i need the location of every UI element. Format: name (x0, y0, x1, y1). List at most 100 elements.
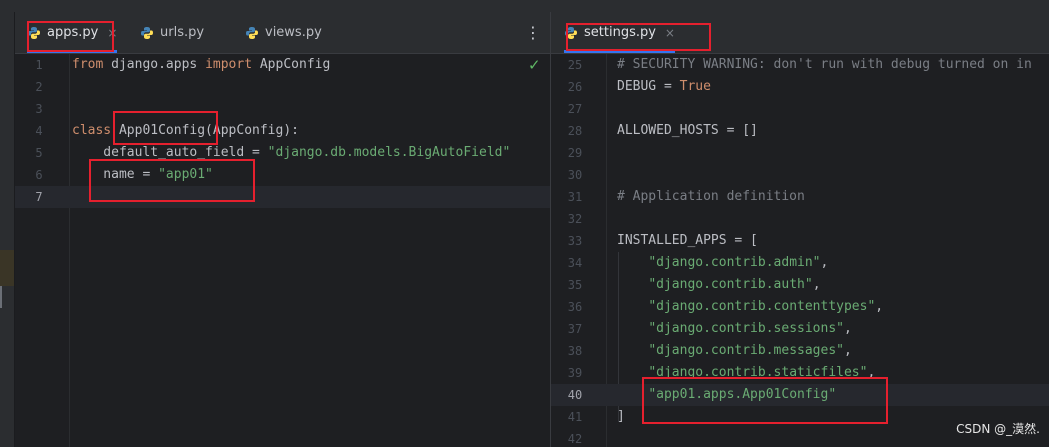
code-token: # Application definition (617, 189, 805, 204)
code-line[interactable]: 37 "django.contrib.sessions", (551, 318, 1049, 340)
code-token: "django.contrib.auth" (648, 277, 813, 292)
code-line[interactable]: 26 DEBUG = True (551, 76, 1049, 98)
line-number: 32 (567, 212, 583, 226)
line-number: 34 (567, 256, 583, 270)
line-number: 6 (35, 168, 43, 182)
code-token: "django.contrib.contenttypes" (648, 299, 876, 314)
code-line[interactable]: 31 # Application definition (551, 186, 1049, 208)
line-number: 33 (567, 234, 583, 248)
code-line[interactable]: 28 ALLOWED_HOSTS = [] (551, 120, 1049, 142)
code-token: "django.db.models.BigAutoField" (267, 145, 511, 160)
tab-views-py[interactable]: views.py (245, 12, 322, 53)
line-number: 5 (35, 146, 43, 160)
code-token: "django.contrib.messages" (648, 343, 844, 358)
code-text: "django.contrib.auth", (617, 274, 821, 296)
line-number: 42 (567, 432, 583, 446)
more-options-icon[interactable]: ⋮ (525, 12, 541, 53)
line-number: 36 (567, 300, 583, 314)
checkmark-icon: ✓ (528, 56, 541, 74)
code-line[interactable]: 4 class App01Config(AppConfig): (15, 120, 550, 142)
line-number: 38 (567, 344, 583, 358)
tab-urls-py[interactable]: urls.py (140, 12, 204, 53)
code-line[interactable]: 27 (551, 98, 1049, 120)
tab-label: views.py (265, 25, 322, 40)
line-number: 28 (567, 124, 583, 138)
code-line[interactable]: 1 from django.apps import AppConfig (15, 54, 550, 76)
code-token: # SECURITY WARNING: don't run with debug… (617, 57, 1032, 72)
line-number: 25 (567, 58, 583, 72)
code-line[interactable]: 34 "django.contrib.admin", (551, 252, 1049, 274)
highlight-box (27, 21, 114, 52)
code-token: class (72, 123, 119, 138)
python-file-icon (141, 26, 153, 39)
code-token: , (843, 343, 852, 358)
line-number: 39 (567, 366, 583, 380)
code-token: INSTALLED_APPS = [ (617, 233, 758, 248)
line-number: 35 (567, 278, 583, 292)
code-token: ] (617, 409, 625, 424)
code-line[interactable]: 35 "django.contrib.auth", (551, 274, 1049, 296)
line-number: 1 (35, 58, 43, 72)
code-text: ALLOWED_HOSTS = [] (617, 120, 758, 142)
code-editor-left[interactable]: 1 from django.apps import AppConfig 2 3 4 cla… (15, 54, 550, 447)
highlight-box (89, 159, 255, 202)
code-token: , (843, 321, 852, 336)
code-line[interactable]: 38 "django.contrib.messages", (551, 340, 1049, 362)
code-token: "django.contrib.admin" (648, 255, 821, 270)
code-line[interactable]: 3 (15, 98, 550, 120)
scroll-thumb[interactable] (0, 286, 2, 308)
code-token: ALLOWED_HOSTS = [] (617, 123, 758, 138)
watermark: CSDN @_漠然. (956, 422, 1040, 436)
code-text: INSTALLED_APPS = [ (617, 230, 758, 252)
tab-label: urls.py (160, 25, 205, 40)
code-token: True (679, 79, 711, 94)
code-text: from django.apps import AppConfig (72, 54, 330, 76)
line-number: 40 (567, 388, 583, 402)
line-number: 7 (35, 190, 43, 204)
line-number: 2 (35, 80, 43, 94)
highlight-box (113, 111, 218, 145)
python-file-icon (246, 26, 258, 39)
line-number: 3 (35, 102, 43, 116)
line-number: 37 (567, 322, 583, 336)
code-text: # SECURITY WARNING: don't run with debug… (617, 54, 1032, 76)
code-text: # Application definition (617, 186, 805, 208)
code-line[interactable]: 33 INSTALLED_APPS = [ (551, 230, 1049, 252)
code-line[interactable]: 30 (551, 164, 1049, 186)
scroll-marker (0, 250, 14, 286)
code-token: , (875, 299, 884, 314)
code-token: django.apps (111, 57, 206, 72)
code-text: ] (617, 406, 625, 428)
code-line[interactable]: 25 # SECURITY WARNING: don't run with deb… (551, 54, 1049, 76)
code-line[interactable]: 32 (551, 208, 1049, 230)
code-token: from (72, 57, 112, 72)
code-text: "django.contrib.contenttypes", (617, 296, 883, 318)
code-text: "django.contrib.messages", (617, 340, 852, 362)
code-line[interactable]: 36 "django.contrib.contenttypes", (551, 296, 1049, 318)
editor-pane-left: apps.py × urls.py views.py ⋮ 1 from djang… (15, 12, 550, 447)
line-number: 27 (567, 102, 583, 116)
code-text: "django.contrib.sessions", (617, 318, 852, 340)
code-token: , (812, 277, 821, 292)
line-number: 31 (567, 190, 583, 204)
code-token: DEBUG = (617, 79, 680, 94)
code-token: import (205, 57, 260, 72)
code-line[interactable]: 2 (15, 76, 550, 98)
left-tool-strip (0, 12, 15, 447)
code-line[interactable]: 29 (551, 142, 1049, 164)
line-number: 41 (567, 410, 583, 424)
line-number: 30 (567, 168, 583, 182)
code-text: "django.contrib.admin", (617, 252, 828, 274)
code-token: AppConfig (259, 57, 331, 72)
code-token: , (820, 255, 829, 270)
line-number: 4 (35, 124, 43, 138)
code-token: "django.contrib.sessions" (648, 321, 844, 336)
line-number: 26 (567, 80, 583, 94)
code-text: DEBUG = True (617, 76, 711, 98)
line-number: 29 (567, 146, 583, 160)
